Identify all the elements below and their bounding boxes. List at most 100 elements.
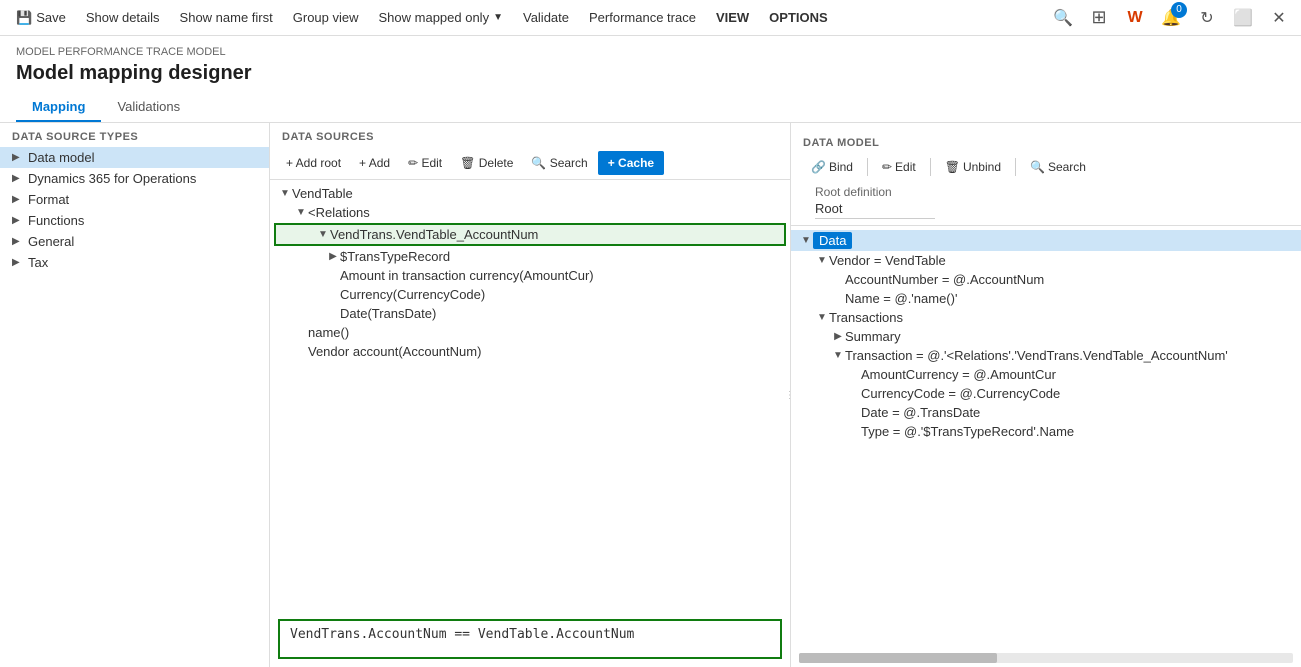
datasource-type-dynamics365[interactable]: ▶ Dynamics 365 for Operations (0, 168, 269, 189)
chevron-icon: ▼ (316, 229, 330, 240)
bind-button[interactable]: 🔗 Bind (803, 157, 861, 177)
unbind-button[interactable]: 🗑 Unbind (937, 157, 1009, 177)
delete-button[interactable]: 🗑 Delete (452, 153, 521, 173)
chevron-icon: ▶ (12, 173, 24, 184)
separator (867, 158, 868, 176)
dm-amountcurrency[interactable]: AmountCurrency = @.AmountCur (791, 365, 1301, 384)
root-definition: Root definition Root (803, 181, 1289, 225)
main-content: MODEL PERFORMANCE TRACE MODEL Model mapp… (0, 36, 1301, 667)
chevron-icon: ▶ (12, 236, 24, 247)
dm-vendor[interactable]: ▼ Vendor = VendTable (791, 251, 1301, 270)
refresh-button[interactable]: ↻ (1193, 4, 1221, 32)
formula-box[interactable]: VendTrans.AccountNum == VendTable.Accoun… (278, 619, 782, 659)
show-name-first-button[interactable]: Show name first (172, 6, 281, 29)
page-title: Model mapping designer (16, 62, 1285, 85)
panel-left: DATA SOURCE TYPES ▶ Data model ▶ Dynamic… (0, 123, 270, 667)
tabs: Mapping Validations (16, 93, 1285, 122)
ds-date[interactable]: Date(TransDate) (270, 304, 790, 323)
tab-validations[interactable]: Validations (101, 93, 196, 122)
datamodel-tree: ▼ Data ▼ Vendor = VendTable AccountNumbe… (791, 226, 1301, 651)
dm-transactions[interactable]: ▼ Transactions (791, 308, 1301, 327)
dm-data-label: Data (813, 232, 852, 249)
chevron-icon: ▶ (326, 251, 340, 262)
chevron-icon: ▼ (799, 235, 813, 246)
chevron-icon: ▶ (12, 257, 24, 268)
maximize-button[interactable]: ⬜ (1229, 4, 1257, 32)
save-button[interactable]: 💾 Save (8, 6, 74, 30)
notifications-container: 🔔 0 (1157, 4, 1185, 32)
tab-mapping[interactable]: Mapping (16, 93, 101, 122)
ds-relations[interactable]: ▼ <Relations (270, 203, 790, 222)
options-button[interactable]: OPTIONS (761, 6, 836, 29)
datasource-tree: ▼ VendTable ▼ <Relations ▼ VendTrans.Ven… (270, 180, 790, 597)
office-button[interactable]: W (1121, 4, 1149, 32)
dm-summary[interactable]: ▶ Summary (791, 327, 1301, 346)
save-icon: 💾 (16, 10, 32, 26)
performance-trace-button[interactable]: Performance trace (581, 6, 704, 29)
unbind-icon: 🗑 (945, 160, 960, 174)
validate-button[interactable]: Validate (515, 6, 577, 29)
drag-dots-icon: ⋮ (785, 390, 791, 401)
ds-vendtrans-vendtable-accountnum[interactable]: ▼ VendTrans.VendTable_AccountNum (274, 223, 786, 246)
edit-button[interactable]: ✏ Edit (874, 157, 924, 177)
datasources-title: DATA SOURCES (270, 123, 790, 147)
bind-icon: 🔗 (811, 160, 826, 174)
datasource-type-general[interactable]: ▶ General (0, 231, 269, 252)
add-root-button[interactable]: + Add root (278, 153, 349, 173)
chevron-icon: ▶ (12, 215, 24, 226)
chevron-icon: ▶ (12, 194, 24, 205)
datasource-type-data-model[interactable]: ▶ Data model (0, 147, 269, 168)
search-button[interactable]: 🔍 Search (1022, 157, 1094, 177)
chevron-down-icon: ▼ (493, 12, 503, 23)
drag-handle[interactable]: ⋮ (786, 123, 791, 667)
add-button[interactable]: + Add (351, 153, 398, 173)
ds-name[interactable]: name() (270, 323, 790, 342)
extensions-button[interactable]: ⊞ (1085, 4, 1113, 32)
office-button-container: W (1121, 4, 1149, 32)
dm-transaction[interactable]: ▼ Transaction = @.'<Relations'.'VendTran… (791, 346, 1301, 365)
ds-transtyperecord[interactable]: ▶ $TransTypeRecord (270, 247, 790, 266)
view-button[interactable]: VIEW (708, 6, 757, 29)
ds-currency[interactable]: Currency(CurrencyCode) (270, 285, 790, 304)
chevron-icon: ▶ (12, 152, 24, 163)
ds-vendor-account[interactable]: Vendor account(AccountNum) (270, 342, 790, 361)
show-mapped-only-button[interactable]: Show mapped only ▼ (371, 6, 511, 29)
root-definition-value: Root (815, 201, 935, 219)
notification-badge: 0 (1171, 2, 1187, 18)
chevron-icon: ▼ (278, 188, 292, 199)
datamodel-toolbar: 🔗 Bind ✏ Edit 🗑 Unbind 🔍 (803, 153, 1289, 181)
datasource-type-tax[interactable]: ▶ Tax (0, 252, 269, 273)
edit-button[interactable]: ✏ Edit (400, 153, 450, 173)
search-button[interactable]: 🔍 Search (523, 153, 595, 173)
dm-data[interactable]: ▼ Data (791, 230, 1301, 251)
chevron-icon: ▼ (294, 207, 308, 218)
separator (1015, 158, 1016, 176)
dm-name[interactable]: Name = @.'name()' (791, 289, 1301, 308)
chevron-icon: ▼ (815, 255, 829, 266)
datasource-types-title: DATA SOURCE TYPES (0, 123, 269, 147)
panel-right: DATA MODEL 🔗 Bind ✏ Edit 🗑 Unbind (791, 123, 1301, 667)
datasource-type-format[interactable]: ▶ Format (0, 189, 269, 210)
close-button[interactable]: ✕ (1265, 4, 1293, 32)
chevron-icon: ▼ (831, 350, 845, 361)
toolbar-right: 🔍 ⊞ W 🔔 0 ↻ ⬜ ✕ (1049, 4, 1293, 32)
dm-date[interactable]: Date = @.TransDate (791, 403, 1301, 422)
cache-button[interactable]: + Cache (598, 151, 664, 175)
page-header: MODEL PERFORMANCE TRACE MODEL Model mapp… (0, 36, 1301, 123)
dm-accountnumber[interactable]: AccountNumber = @.AccountNum (791, 270, 1301, 289)
breadcrumb: MODEL PERFORMANCE TRACE MODEL (16, 46, 1285, 58)
show-details-button[interactable]: Show details (78, 6, 168, 29)
search-button[interactable]: 🔍 (1049, 4, 1077, 32)
datamodel-title: DATA MODEL (803, 129, 1289, 153)
scrollbar-thumb (799, 653, 997, 663)
dm-currencycode[interactable]: CurrencyCode = @.CurrencyCode (791, 384, 1301, 403)
group-view-button[interactable]: Group view (285, 6, 367, 29)
dm-type[interactable]: Type = @.'$TransTypeRecord'.Name (791, 422, 1301, 441)
horizontal-scrollbar[interactable] (799, 653, 1293, 663)
main-toolbar: 💾 Save Show details Show name first Grou… (0, 0, 1301, 36)
ds-amount-transaction-currency[interactable]: Amount in transaction currency(AmountCur… (270, 266, 790, 285)
datasource-type-functions[interactable]: ▶ Functions (0, 210, 269, 231)
datasource-types-list: ▶ Data model ▶ Dynamics 365 for Operatio… (0, 147, 269, 273)
datamodel-header: DATA MODEL 🔗 Bind ✏ Edit 🗑 Unbind (791, 123, 1301, 226)
ds-vendtable[interactable]: ▼ VendTable (270, 184, 790, 203)
